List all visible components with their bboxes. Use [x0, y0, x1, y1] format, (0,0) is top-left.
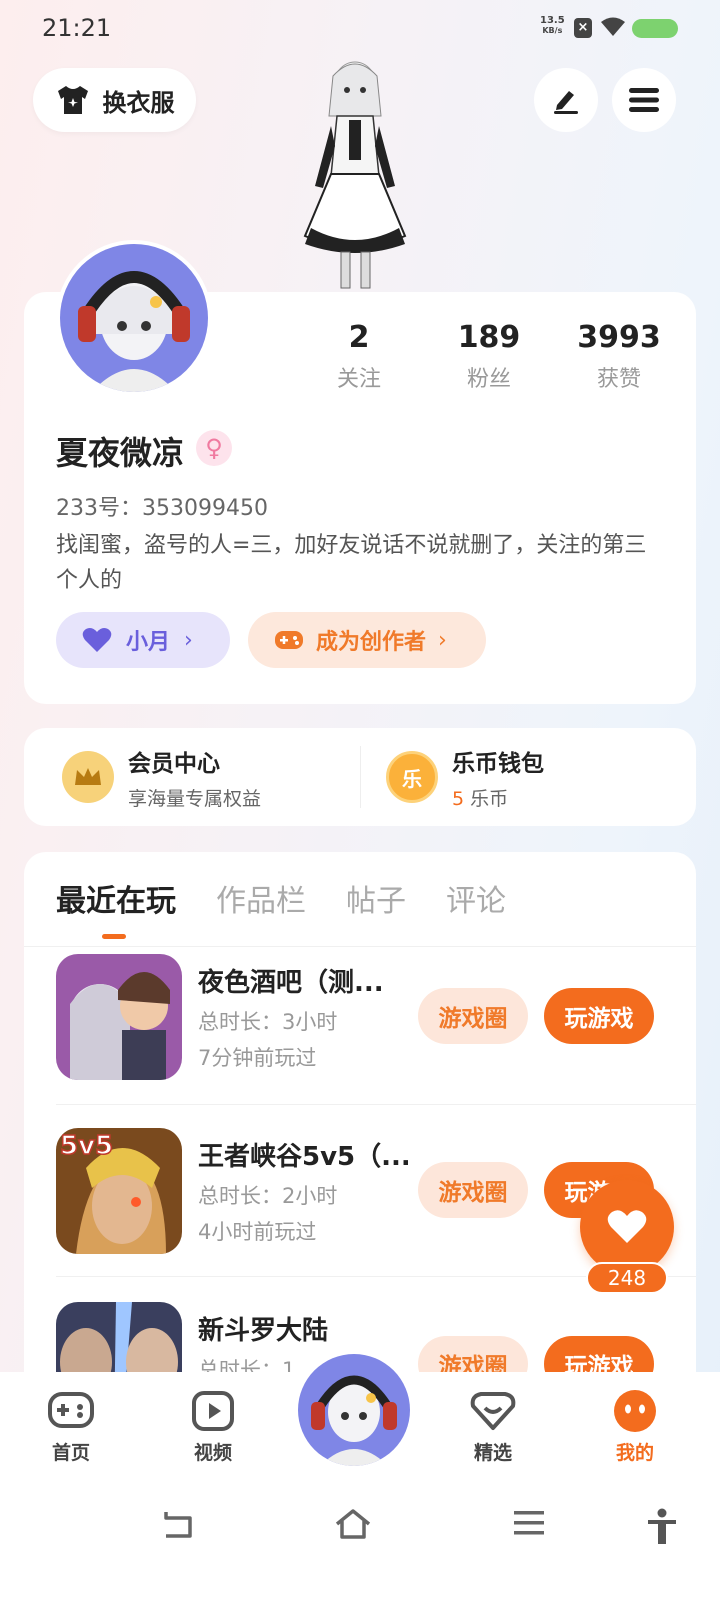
nav-video-label: 视频 [193, 1442, 232, 1464]
wallet-balance: 5 乐币 [452, 784, 544, 811]
profile-stats: 2 关注 189 粉丝 3993 获赞 [294, 320, 684, 393]
play-game-button[interactable]: 玩游戏 [544, 988, 654, 1044]
game-circle-button[interactable]: 游戏圈 [418, 988, 528, 1044]
vip-divider [360, 746, 361, 808]
net-speed: 13.5 KB/s [540, 16, 565, 36]
become-creator-button[interactable]: 成为创作者 › [248, 612, 486, 668]
tabs-divider [24, 946, 696, 947]
game-name: 王者峡谷5v5（... [198, 1142, 408, 1172]
chevron-right-icon: › [438, 627, 447, 653]
accessibility-icon[interactable] [646, 1508, 678, 1546]
recents-icon[interactable] [512, 1508, 546, 1538]
game-icon-kings-canyon: 5v5 [56, 1128, 182, 1254]
nav-video[interactable]: 视频 [168, 1388, 258, 1465]
wallet-amount: 5 [452, 787, 465, 810]
nav-featured-label: 精选 [473, 1442, 512, 1464]
menu-button[interactable] [612, 68, 676, 132]
heart-icon [82, 628, 112, 652]
user-id: 233号：353099450 [56, 496, 268, 521]
tab-works[interactable]: 作品栏 [216, 876, 306, 920]
member-center-subtitle: 享海量专属权益 [128, 787, 262, 810]
stat-likes-value: 3993 [577, 320, 661, 355]
game-icon-night-bar [56, 954, 182, 1080]
gender-female-icon: ♀ [196, 430, 232, 466]
change-outfit-button[interactable]: 换衣服 [33, 68, 196, 132]
like-count-badge: 248 [586, 1262, 668, 1294]
battery-icon [632, 19, 678, 38]
center-avatar-button[interactable] [298, 1354, 410, 1466]
tab-recent-played[interactable]: 最近在玩 [56, 876, 176, 920]
tab-posts[interactable]: 帖子 [346, 876, 406, 920]
stat-fans-label: 粉丝 [466, 367, 511, 392]
system-nav-bar [0, 1476, 720, 1600]
wallet-title: 乐币钱包 [452, 750, 544, 777]
stat-fans[interactable]: 189 粉丝 [424, 320, 554, 393]
content-card: 最近在玩 作品栏 帖子 评论 夜色酒吧（测... 总时长：3小时 7分钟前玩过 … [24, 852, 696, 1428]
crown-icon [62, 751, 114, 803]
heart-diamond-icon [470, 1392, 516, 1430]
game-badge-5v5: 5v5 [60, 1131, 113, 1161]
game-name: 夜色酒吧（测... [198, 968, 384, 998]
nav-mine-label: 我的 [615, 1442, 654, 1464]
notification-icon: × [574, 18, 592, 38]
net-speed-value: 13.5 [540, 15, 565, 26]
game-last-played: 4小时前玩过 [198, 1220, 317, 1244]
content-tabs: 最近在玩 作品栏 帖子 评论 [56, 876, 506, 920]
active-tab-indicator [102, 934, 126, 939]
gamepad-icon [48, 1392, 94, 1428]
coin-icon: 乐 [386, 751, 438, 803]
edit-button[interactable] [534, 68, 598, 132]
stat-likes[interactable]: 3993 获赞 [554, 320, 684, 393]
character-illustration [303, 61, 407, 289]
stat-following-value: 2 [348, 320, 370, 355]
chevron-right-icon: › [184, 627, 193, 653]
mine-face-icon [614, 1390, 656, 1432]
member-center-title: 会员中心 [128, 750, 220, 777]
back-icon[interactable] [160, 1508, 196, 1540]
pen-icon [554, 91, 578, 114]
wifi-icon [601, 17, 625, 36]
wallet-entry[interactable]: 乐 乐币钱包 5 乐币 [386, 728, 544, 826]
member-center-entry[interactable]: 会员中心 享海量专属权益 [62, 728, 261, 826]
stat-following[interactable]: 2 关注 [294, 320, 424, 393]
menu-icon [629, 88, 659, 112]
avatar[interactable] [56, 240, 212, 396]
moon-tag-button[interactable]: 小月 › [56, 612, 230, 668]
game-duration: 总时长：3小时 [198, 1010, 338, 1034]
username: 夏夜微凉 [56, 434, 185, 472]
stat-following-label: 关注 [336, 367, 381, 392]
moon-tag-label: 小月 [126, 630, 171, 655]
change-outfit-label: 换衣服 [102, 88, 175, 117]
wallet-unit: 乐币 [470, 787, 509, 810]
tab-comments[interactable]: 评论 [446, 876, 506, 920]
avatar-image [60, 244, 208, 394]
like-button[interactable] [580, 1180, 674, 1274]
nav-home[interactable]: 首页 [26, 1388, 116, 1465]
play-video-icon [192, 1391, 234, 1431]
stat-fans-value: 189 [457, 320, 521, 355]
gamepad-icon [275, 631, 303, 649]
nav-home-label: 首页 [51, 1442, 90, 1464]
vip-card: 会员中心 享海量专属权益 乐 乐币钱包 5 乐币 [24, 728, 696, 826]
status-bar: 21:21 13.5 KB/s × [0, 0, 720, 56]
stat-likes-label: 获赞 [596, 367, 641, 392]
net-speed-unit: KB/s [542, 26, 563, 35]
nav-mine[interactable]: 我的 [590, 1388, 680, 1465]
game-circle-button[interactable]: 游戏圈 [418, 1162, 528, 1218]
game-duration: 总时长：2小时 [198, 1184, 338, 1208]
game-last-played: 7分钟前玩过 [198, 1046, 317, 1070]
nav-featured[interactable]: 精选 [448, 1388, 538, 1465]
user-bio: 找闺蜜，盗号的人=三，加好友说话不说就删了，关注的第三个人的 [56, 533, 647, 593]
shirt-icon [57, 86, 88, 114]
home-icon[interactable] [334, 1508, 372, 1540]
game-name: 新斗罗大陆 [198, 1316, 329, 1346]
status-time: 21:21 [42, 14, 112, 42]
become-creator-label: 成为创作者 [316, 630, 427, 655]
heart-icon [607, 1210, 647, 1243]
row-divider [56, 1104, 696, 1105]
